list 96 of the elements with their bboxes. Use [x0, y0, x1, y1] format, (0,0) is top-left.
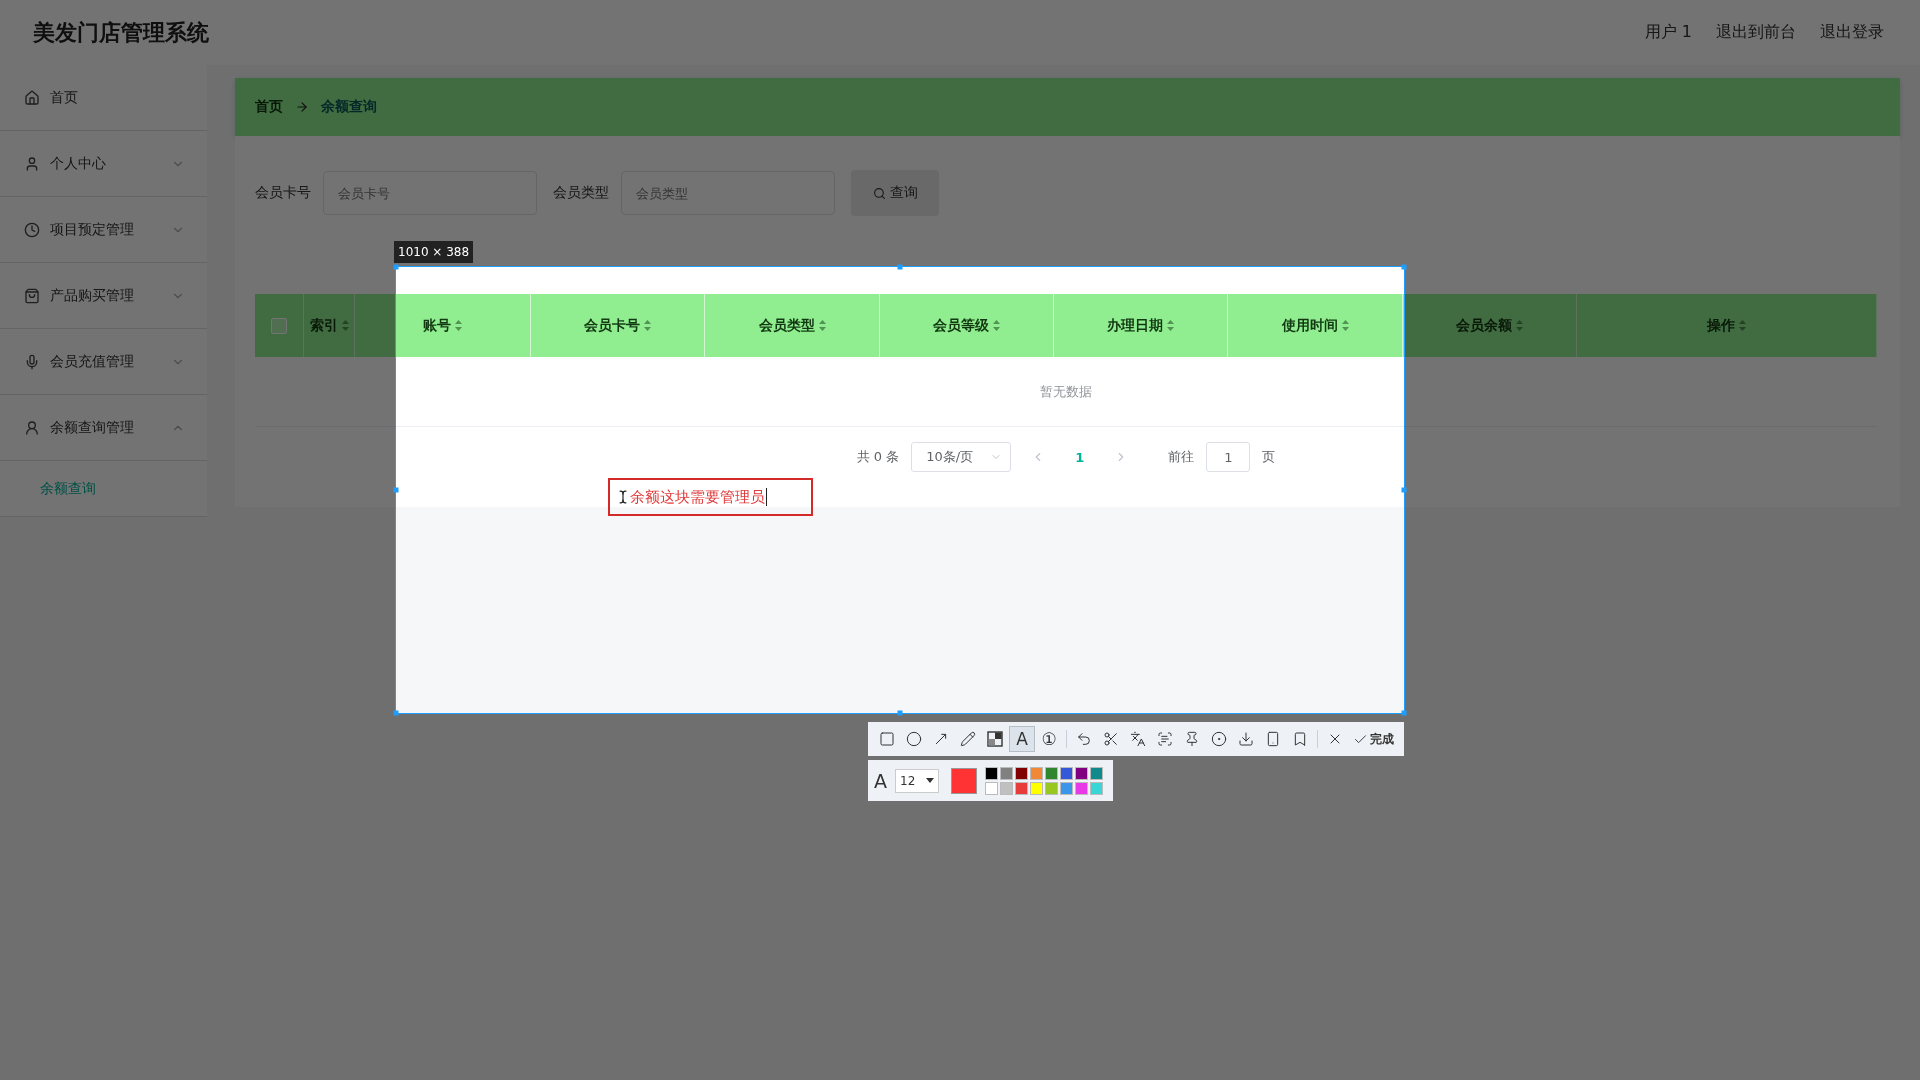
resize-handle[interactable]	[1401, 264, 1407, 270]
translate-icon	[1130, 731, 1146, 747]
resize-handle[interactable]	[393, 710, 399, 716]
sort-icon	[1167, 320, 1174, 331]
page-input[interactable]: 1	[1206, 442, 1251, 472]
color-swatch[interactable]	[1075, 766, 1088, 780]
sort-icon	[455, 320, 462, 331]
sidebar-label: 项目预定管理	[50, 220, 135, 239]
field-label: 会员卡号	[255, 184, 311, 202]
sidebar-item[interactable]: 会员充值管理	[0, 329, 207, 395]
sidebar-label: 余额查询管理	[50, 418, 135, 437]
breadcrumb-link[interactable]: 余额查询	[321, 98, 377, 116]
sidebar-label: 会员充值管理	[50, 352, 135, 371]
bookmark-icon	[1292, 731, 1308, 747]
table-header-cell[interactable]: 会员卡号	[531, 294, 705, 357]
annotation-text: 余额这块需要管理员	[630, 487, 765, 507]
resize-handle[interactable]	[393, 264, 399, 270]
color-swatch[interactable]	[1090, 781, 1103, 795]
field-label: 会员类型	[553, 184, 609, 202]
header-link[interactable]: 用户 1	[1644, 22, 1692, 43]
font-label: A	[874, 769, 887, 792]
text-annotation[interactable]: 余额这块需要管理员	[608, 478, 813, 516]
resize-handle[interactable]	[1401, 710, 1407, 716]
header-link[interactable]: 退出到前台	[1716, 22, 1796, 43]
text-tool-button[interactable]: A	[1009, 726, 1035, 752]
color-swatch[interactable]	[1030, 766, 1043, 780]
color-swatch[interactable]	[1090, 766, 1103, 780]
breadcrumb-link[interactable]: 首页	[255, 98, 283, 116]
table-header-cell[interactable]: 会员余额	[1403, 294, 1577, 357]
page-size-select[interactable]: 10条/页	[911, 442, 1012, 472]
color-swatch[interactable]	[985, 766, 998, 780]
arrow-icon	[933, 731, 949, 747]
sidebar-label: 首页	[50, 88, 79, 107]
sidebar-item[interactable]: 项目预定管理	[0, 197, 207, 263]
submenu-item[interactable]: 余额查询	[40, 479, 96, 498]
goto-label: 前往	[1168, 448, 1195, 466]
color-swatch[interactable]	[1045, 781, 1058, 795]
search-button[interactable]: 查询	[851, 170, 939, 216]
sort-icon	[644, 320, 651, 331]
sort-icon	[993, 320, 1000, 331]
record-icon	[1211, 731, 1227, 747]
color-swatch[interactable]	[985, 781, 998, 795]
color-swatch[interactable]	[1015, 781, 1028, 795]
resize-handle[interactable]	[1401, 487, 1407, 493]
current-color-swatch[interactable]	[951, 767, 977, 794]
scissors-icon	[1103, 731, 1119, 747]
total-count: 共 0 条	[856, 448, 900, 466]
table-header-cell[interactable]: 使用时间	[1228, 294, 1403, 357]
phone-icon	[1265, 731, 1281, 747]
pencil-icon	[960, 731, 976, 747]
text-caret	[766, 488, 767, 506]
color-swatch[interactable]	[1000, 781, 1013, 795]
sidebar-item[interactable]: 余额查询管理	[0, 395, 207, 461]
download-icon	[1238, 731, 1254, 747]
color-swatch[interactable]	[1075, 781, 1088, 795]
sidebar-label: 个人中心	[50, 154, 107, 173]
input-field[interactable]: 会员类型	[621, 171, 835, 215]
sidebar-item[interactable]: 首页	[0, 65, 207, 131]
color-swatch[interactable]	[1015, 766, 1028, 780]
number-tool-button[interactable]: ①	[1036, 726, 1062, 752]
input-field[interactable]: 会员卡号	[323, 171, 537, 215]
sort-icon	[1341, 320, 1349, 331]
color-swatch[interactable]	[1045, 766, 1058, 780]
search-icon	[872, 186, 886, 200]
dropdown-caret-icon	[926, 778, 934, 783]
sidebar-item[interactable]: 产品购买管理	[0, 263, 207, 329]
resize-handle[interactable]	[897, 710, 903, 716]
color-swatch[interactable]	[1060, 781, 1073, 795]
color-swatch[interactable]	[1060, 766, 1073, 780]
font-size-select[interactable]: 12	[895, 768, 939, 793]
page-suffix: 页	[1262, 448, 1276, 466]
sidebar-item[interactable]: 个人中心	[0, 131, 207, 197]
resize-handle[interactable]	[393, 487, 399, 493]
app-title: 美发门店管理系统	[33, 18, 209, 47]
table-header-cell[interactable]: 账号	[355, 294, 531, 357]
page-number[interactable]: 1	[1065, 449, 1095, 465]
empty-message: 暂无数据	[1040, 382, 1092, 401]
table-header-cell[interactable]: 会员类型	[705, 294, 880, 357]
sidebar-label: 产品购买管理	[50, 286, 135, 305]
rectangle-icon	[879, 731, 895, 747]
table-header-cell[interactable]: 办理日期	[1054, 294, 1228, 357]
header-link[interactable]: 退出登录	[1820, 22, 1884, 43]
mosaic-icon	[987, 731, 1003, 747]
circle-icon	[906, 731, 922, 747]
pin-icon	[1184, 731, 1200, 747]
size-label: 1010 × 388	[394, 241, 474, 263]
table-header-cell[interactable]: 会员等级	[880, 294, 1054, 357]
color-swatch[interactable]	[1030, 781, 1043, 795]
sort-icon	[818, 320, 826, 331]
scan-icon	[1157, 731, 1173, 747]
color-swatch[interactable]	[1000, 766, 1013, 780]
done-button[interactable]: 完成	[1349, 726, 1398, 752]
resize-handle[interactable]	[897, 264, 903, 270]
table-header-cell[interactable]: 索引	[304, 294, 355, 357]
undo-icon	[1076, 731, 1092, 747]
table-header-cell[interactable]: 操作	[1577, 294, 1877, 357]
